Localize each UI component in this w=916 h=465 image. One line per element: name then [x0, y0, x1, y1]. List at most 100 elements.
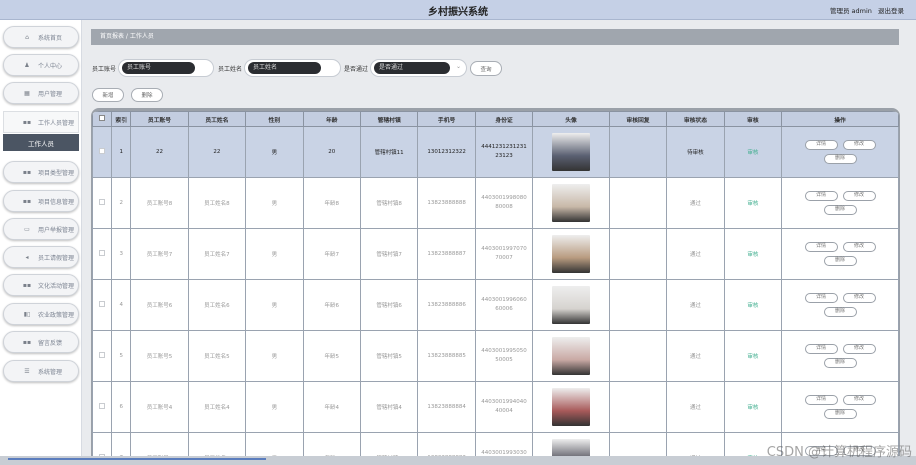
- sidebar-item[interactable]: ▪▪ 工作人员管理: [3, 111, 79, 133]
- column-header: 年龄: [302, 111, 361, 127]
- sidebar-item[interactable]: ▪▪ 留言反馈: [3, 331, 79, 353]
- sidebar-item[interactable]: ▦ 用户管理: [3, 82, 79, 104]
- query-button[interactable]: 查询: [470, 61, 502, 76]
- column-header: 身份证: [474, 111, 534, 127]
- avatar: [552, 184, 591, 222]
- grid-icon: ▪▪: [22, 197, 32, 205]
- row-delete-button[interactable]: 删除: [823, 358, 857, 368]
- cell-actions: 详情修改删除: [781, 177, 899, 229]
- cell-name: 22: [187, 126, 247, 178]
- cell-reply: [608, 330, 668, 382]
- audit-link[interactable]: 审核: [747, 252, 758, 258]
- delete-button[interactable]: 删除: [131, 88, 163, 102]
- sidebar-item-label: 用户举报管理: [38, 226, 75, 234]
- row-checkbox[interactable]: [92, 177, 113, 229]
- sidebar-item-label: 留言反馈: [38, 339, 63, 347]
- cell-idx: 2: [111, 177, 132, 229]
- row-checkbox[interactable]: [92, 279, 113, 331]
- sidebar-item-label: 工作人员管理: [38, 119, 75, 127]
- row-delete-button[interactable]: 删除: [823, 307, 857, 317]
- cell-age: 20: [302, 126, 361, 178]
- settings-icon: ☰: [24, 367, 30, 375]
- name-label: 员工姓名: [218, 65, 243, 73]
- detail-button[interactable]: 详情: [804, 395, 838, 405]
- detail-button[interactable]: 详情: [804, 140, 838, 150]
- detail-button[interactable]: 详情: [804, 242, 838, 252]
- audit-link[interactable]: 审核: [747, 405, 758, 411]
- row-checkbox[interactable]: [92, 330, 113, 382]
- cell-idcard: 440300199404040004: [474, 381, 534, 433]
- cell-phone: 13823888887: [417, 228, 476, 280]
- chevron-down-icon: ⌄: [455, 63, 462, 70]
- sidebar-item[interactable]: ▮▯ 农业政策管理: [3, 303, 79, 325]
- edit-button[interactable]: 修改: [842, 293, 876, 303]
- edit-button[interactable]: 修改: [842, 191, 876, 201]
- status-select[interactable]: 是否通过 ⌄: [370, 59, 468, 77]
- sidebar-item[interactable]: ▪▪ 文化活动管理: [3, 274, 79, 296]
- cell-age: 年龄7: [302, 228, 361, 280]
- column-header: 操作: [781, 111, 899, 127]
- cell-account: 22: [130, 126, 189, 178]
- account-label: 员工账号: [92, 65, 117, 73]
- column-header: 管辖村镇: [359, 111, 419, 127]
- row-delete-button[interactable]: 删除: [823, 409, 857, 419]
- sidebar-item[interactable]: ◂ 员工请假管理: [3, 246, 79, 268]
- table-row[interactable]: 3 员工账号7 员工姓名7 男年龄7 管辖村镇7 13823888887 440300199…: [92, 228, 899, 280]
- cell-phone: 13012312322: [417, 126, 476, 178]
- cell-avatar: [532, 330, 610, 382]
- cell-idcard: 440300199505050005: [474, 330, 534, 382]
- row-delete-button[interactable]: 删除: [823, 256, 857, 266]
- sidebar-item[interactable]: ▪▪ 项目类型管理: [3, 161, 79, 183]
- breadcrumb: 首页报表 / 工作人员: [91, 29, 899, 45]
- sidebar-item[interactable]: ♟ 个人中心: [3, 54, 79, 76]
- cell-idcard: 440300199808080008: [474, 177, 534, 229]
- logout-link[interactable]: 退出登录: [878, 7, 904, 15]
- cell-actions: 详情修改删除: [781, 381, 899, 433]
- row-checkbox[interactable]: [92, 381, 113, 433]
- table-row[interactable]: 1 22 22 男 20 管辖村镇11 13012312322 444123123123123…: [92, 126, 899, 178]
- table-row[interactable]: 5 员工账号5 员工姓名5 男年龄5 管辖村镇5 13823888885 440300199…: [92, 330, 899, 382]
- cell-audit: 审核: [723, 279, 783, 331]
- cell-village: 管辖村镇6: [359, 279, 419, 331]
- name-input[interactable]: 员工姓名: [244, 59, 342, 77]
- cell-actions: 详情修改删除: [781, 126, 899, 178]
- sidebar-item[interactable]: ▭ 用户举报管理: [3, 218, 79, 240]
- sidebar-item[interactable]: ☰ 系统管理: [3, 360, 79, 382]
- edit-button[interactable]: 修改: [842, 395, 876, 405]
- cell-age: 年龄4: [302, 381, 361, 433]
- audit-link[interactable]: 审核: [747, 303, 758, 309]
- scrollbar-thumb[interactable]: [8, 458, 266, 460]
- cell-name: 员工姓名4: [187, 381, 247, 433]
- edit-button[interactable]: 修改: [842, 140, 876, 150]
- row-delete-button[interactable]: 删除: [823, 205, 857, 215]
- sidebar-item[interactable]: ⌂ 系统首页: [3, 26, 79, 48]
- select-all-checkbox[interactable]: [92, 111, 113, 127]
- add-button[interactable]: 新增: [92, 88, 124, 102]
- sidebar-subitem-staff[interactable]: 工作人员: [3, 134, 79, 151]
- account-input[interactable]: 员工账号: [118, 59, 215, 77]
- cell-age: 年龄5: [302, 330, 361, 382]
- search-account: 员工账号 员工账号: [92, 59, 215, 77]
- row-delete-button[interactable]: 删除: [823, 154, 857, 164]
- row-checkbox[interactable]: [92, 126, 113, 178]
- table-row[interactable]: 2 员工账号8 员工姓名8 男年龄8 管辖村镇8 13823888888 440300199…: [92, 177, 899, 229]
- detail-button[interactable]: 详情: [804, 293, 838, 303]
- edit-button[interactable]: 修改: [842, 344, 876, 354]
- speaker-icon: ◂: [25, 253, 29, 261]
- detail-button[interactable]: 详情: [804, 191, 838, 201]
- table-row[interactable]: 4 员工账号6 员工姓名6 男年龄6 管辖村镇6 13823888886 440300199…: [92, 279, 899, 331]
- audit-link[interactable]: 审核: [747, 150, 758, 156]
- sidebar: ⌂ 系统首页 ♟ 个人中心 ▦ 用户管理 ▪▪ 工作人员管理 工作人员 ▪▪ 项目类型管理 ▪▪ 项目信…: [0, 20, 82, 465]
- table-row[interactable]: 6 员工账号4 员工姓名4 男年龄4 管辖村镇4 13823888884 440300199…: [92, 381, 899, 433]
- edit-button[interactable]: 修改: [842, 242, 876, 252]
- cell-phone: 13823888884: [417, 381, 476, 433]
- audit-link[interactable]: 审核: [747, 354, 758, 360]
- avatar: [552, 235, 591, 273]
- detail-button[interactable]: 详情: [804, 344, 838, 354]
- sidebar-item[interactable]: ▪▪ 项目信息管理: [3, 190, 79, 212]
- cell-name: 员工姓名7: [187, 228, 247, 280]
- row-checkbox[interactable]: [92, 228, 113, 280]
- cell-name: 员工姓名8: [187, 177, 247, 229]
- audit-link[interactable]: 审核: [747, 201, 758, 207]
- cell-age: 年龄8: [302, 177, 361, 229]
